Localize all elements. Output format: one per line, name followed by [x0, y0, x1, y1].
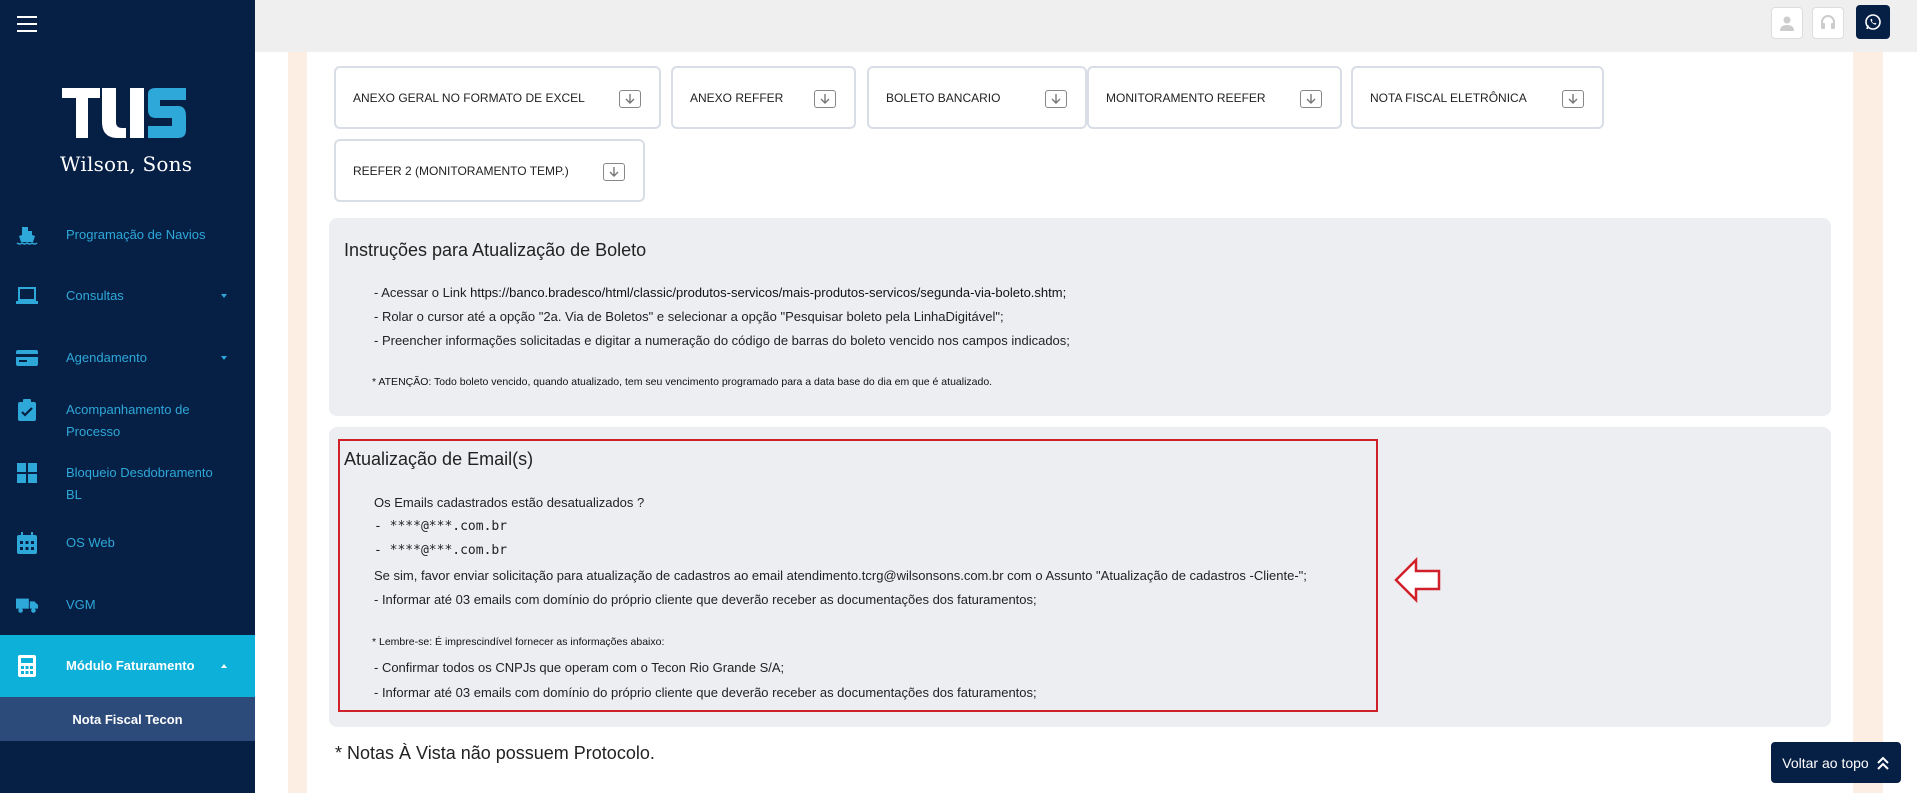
back-to-top-label: Voltar ao topo [1782, 754, 1869, 771]
sidebar-item-consultas[interactable]: Consultas [0, 285, 255, 307]
download-anexo-reffer-button[interactable]: ANEXO REFFER [671, 66, 856, 129]
download-icon [1562, 90, 1584, 108]
email-confirm: - Confirmar todos os CNPJs que operam co… [374, 660, 785, 675]
sidebar-item-label: OS Web [66, 535, 115, 550]
download-anexo-geral-button[interactable]: ANEXO GERAL NO FORMATO DE EXCEL [334, 66, 661, 129]
calculator-icon [16, 655, 38, 677]
download-label: ANEXO GERAL NO FORMATO DE EXCEL [353, 90, 585, 105]
user-button[interactable] [1771, 7, 1803, 39]
boleto-line-1-prefix: - Acessar o Link [374, 285, 471, 300]
chevron-up-icon [221, 664, 227, 668]
truck-icon [16, 594, 38, 616]
sidebar-item-label: VGM [66, 597, 96, 612]
menu-toggle-icon[interactable] [17, 16, 37, 34]
sidebar-subitem-label: Nota Fiscal Tecon [72, 711, 183, 727]
bradesco-link[interactable]: https://banco.bradesco/html/classic/prod… [470, 285, 1066, 300]
download-label: MONITORAMENTO REEFER [1106, 90, 1266, 105]
boleto-line-3: - Preencher informações solicitadas e di… [374, 333, 1070, 348]
sidebar-subitem-nota-fiscal-tecon[interactable]: Nota Fiscal Tecon [0, 697, 255, 741]
download-label: REEFER 2 (MONITORAMENTO TEMP.) [353, 163, 569, 178]
back-to-top-button[interactable]: Voltar ao topo [1771, 742, 1901, 783]
sidebar-item-acompanhamento[interactable]: Acompanhamento de Processo [0, 399, 255, 445]
user-icon [1780, 16, 1794, 31]
sidebar-item-os-web[interactable]: OS Web [0, 532, 255, 554]
brand-logo: Wilson, Sons [60, 84, 196, 176]
sidebar-item-agendamento[interactable]: Agendamento [0, 347, 255, 369]
clipboard-check-icon [16, 399, 38, 421]
email-inform-1: - Informar até 03 emails com domínio do … [374, 592, 1037, 607]
laptop-icon [16, 285, 38, 307]
download-label: NOTA FISCAL ELETRÔNICA [1370, 90, 1527, 105]
download-label: BOLETO BANCARIO [886, 90, 1001, 105]
left-arrow-icon [1394, 556, 1441, 604]
download-boleto-bancario-button[interactable]: BOLETO BANCARIO [867, 66, 1087, 129]
download-icon [814, 90, 836, 108]
download-label: ANEXO REFFER [690, 90, 784, 105]
calendar-icon [16, 532, 38, 554]
sidebar-item-bloqueio-desdobramento[interactable]: Bloqueio Desdobramento BL [0, 462, 255, 508]
brand-name: Wilson, Sons [60, 152, 193, 176]
headset-icon [1821, 15, 1835, 29]
email-inform-2: - Informar até 03 emails com domínio do … [374, 685, 1037, 700]
support-button[interactable] [1812, 7, 1844, 39]
masked-email-1: - ****@***.com.br [374, 519, 508, 534]
boleto-attention-note: * ATENÇÃO: Todo boleto vencido, quando a… [372, 376, 993, 388]
boleto-line-2: - Rolar o cursor até a opção "2a. Via de… [374, 309, 1004, 324]
sidebar-item-label: Programação de Navios [66, 227, 206, 242]
download-icon [1300, 90, 1322, 108]
sidebar-item-modulo-faturamento[interactable]: Módulo Faturamento [0, 635, 255, 697]
download-icon [603, 163, 625, 181]
download-reefer-2-button[interactable]: REEFER 2 (MONITORAMENTO TEMP.) [334, 139, 645, 202]
email-title: Atualização de Email(s) [344, 449, 534, 469]
whatsapp-button[interactable] [1856, 5, 1890, 39]
sidebar: Wilson, Sons Programação de Navios Consu… [0, 0, 255, 793]
top-bar [255, 0, 1917, 52]
wilson-sons-logo-mark [62, 88, 186, 138]
double-chevron-up-icon [1876, 756, 1889, 770]
sidebar-item-label: Bloqueio Desdobramento BL [66, 465, 213, 502]
sidebar-item-vgm[interactable]: VGM [0, 594, 255, 616]
sidebar-item-label: Acompanhamento de Processo [66, 402, 190, 439]
email-instruction: Se sim, favor enviar solicitação para at… [374, 568, 1307, 583]
download-icon [1045, 90, 1067, 108]
sidebar-item-programacao-navios[interactable]: Programação de Navios [0, 224, 255, 246]
email-reminder: * Lembre-se: É imprescindível fornecer a… [372, 636, 665, 648]
ship-icon [16, 224, 38, 246]
boleto-title: Instruções para Atualização de Boleto [344, 240, 647, 260]
download-nota-fiscal-button[interactable]: NOTA FISCAL ELETRÔNICA [1351, 66, 1604, 129]
sidebar-item-label: Módulo Faturamento [66, 658, 195, 673]
sidebar-item-label: Agendamento [66, 350, 147, 365]
footer-note: * Notas À Vista não possuem Protocolo. [335, 743, 655, 763]
boleto-line-1: - Acessar o Link https://banco.bradesco/… [374, 285, 1066, 300]
download-monitoramento-reefer-button[interactable]: MONITORAMENTO REEFER [1087, 66, 1342, 129]
chevron-down-icon [221, 294, 227, 298]
masked-email-2: - ****@***.com.br [374, 543, 508, 558]
whatsapp-icon [1865, 14, 1881, 30]
chevron-down-icon [221, 356, 227, 360]
download-icon [619, 90, 641, 108]
email-question: Os Emails cadastrados estão desatualizad… [374, 495, 645, 510]
sidebar-item-label: Consultas [66, 288, 124, 303]
card-icon [16, 347, 38, 369]
grid-icon [16, 462, 38, 484]
